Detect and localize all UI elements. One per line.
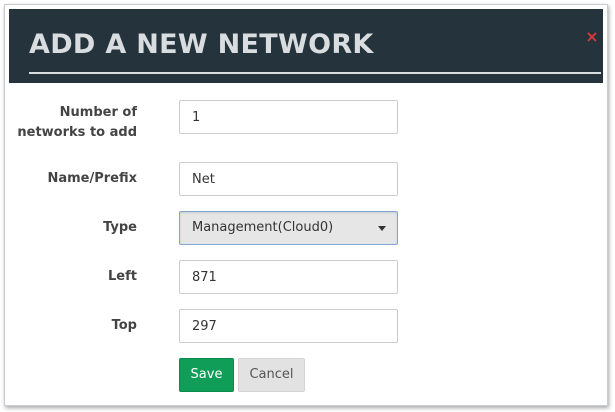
- save-button[interactable]: Save: [179, 358, 234, 392]
- type-select[interactable]: Management(Cloud0): [179, 211, 398, 245]
- num-networks-label: Number of networks to add: [0, 103, 137, 143]
- dialog-header: ADD A NEW NETWORK ×: [9, 9, 603, 83]
- num-networks-label-line1: Number of: [0, 103, 137, 123]
- num-networks-input[interactable]: [179, 100, 398, 134]
- cancel-button[interactable]: Cancel: [238, 358, 305, 392]
- dialog-title: ADD A NEW NETWORK: [29, 29, 374, 61]
- chevron-down-icon: [378, 226, 386, 231]
- top-input[interactable]: [179, 309, 398, 343]
- num-networks-label-line2: networks to add: [0, 123, 137, 143]
- close-icon[interactable]: ×: [584, 29, 600, 45]
- title-underline: [29, 72, 601, 74]
- name-prefix-label: Name/Prefix: [0, 169, 137, 189]
- type-label: Type: [0, 218, 137, 238]
- name-prefix-input[interactable]: [179, 162, 398, 196]
- type-select-value: Management(Cloud0): [192, 219, 333, 237]
- top-label: Top: [0, 316, 137, 336]
- left-label: Left: [0, 267, 137, 287]
- left-input[interactable]: [179, 260, 398, 294]
- add-network-dialog: ADD A NEW NETWORK × Number of networks t…: [4, 4, 608, 406]
